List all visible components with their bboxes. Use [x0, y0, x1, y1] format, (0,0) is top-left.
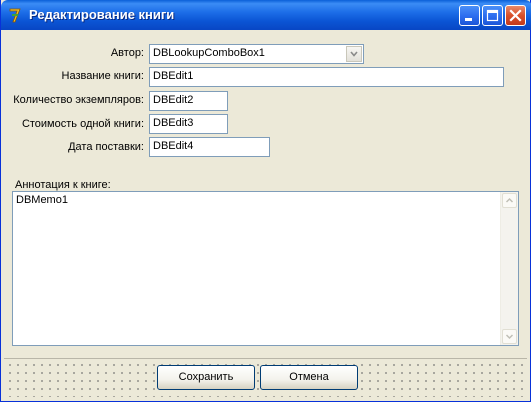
copies-count-field[interactable]: DBEdit2: [149, 91, 228, 111]
book-price-field[interactable]: DBEdit3: [149, 114, 228, 134]
author-label: Автор:: [110, 47, 144, 59]
book-price-label: Стоимость одной книги:: [21, 118, 144, 130]
delivery-date-label: Дата поставки:: [68, 141, 144, 153]
minimize-icon: [465, 18, 472, 21]
book-title-field[interactable]: DBEdit1: [149, 67, 504, 87]
cancel-button[interactable]: Отмена: [260, 365, 358, 390]
scroll-up-icon: [505, 197, 514, 203]
memo-vertical-scrollbar[interactable]: [500, 192, 518, 345]
scroll-up-button[interactable]: [502, 193, 517, 208]
title-bar[interactable]: Редактирование книги: [1, 0, 531, 30]
minimize-button[interactable]: [459, 5, 480, 26]
form-client-area: Автор: DBLookupComboBox1 Название книги:…: [4, 30, 527, 397]
button-panel: Сохранить Отмена: [4, 358, 527, 397]
edit-book-window: Редактирование книги Автор: DBLookupComb…: [0, 0, 531, 402]
annotation-label: Аннотация к книге:: [15, 179, 111, 191]
save-button[interactable]: Сохранить: [157, 365, 255, 390]
author-dropdown-button[interactable]: [346, 46, 362, 62]
maximize-button[interactable]: [482, 5, 503, 26]
author-combobox[interactable]: DBLookupComboBox1: [149, 44, 364, 64]
copies-count-label: Количество экземпляров:: [13, 94, 144, 106]
annotation-memo-text: DBMemo1: [16, 194, 68, 206]
maximize-icon: [486, 9, 499, 22]
chevron-down-icon: [350, 51, 358, 57]
author-combobox-value: DBLookupComboBox1: [153, 47, 265, 59]
book-title-label: Название книги:: [61, 70, 144, 82]
close-button[interactable]: [505, 5, 526, 26]
scroll-down-button[interactable]: [502, 329, 517, 344]
close-icon: [509, 9, 522, 22]
delphi-app-icon[interactable]: [8, 7, 24, 23]
annotation-memo[interactable]: DBMemo1: [12, 191, 519, 346]
delivery-date-field[interactable]: DBEdit4: [149, 137, 270, 157]
scroll-down-icon: [505, 334, 514, 340]
window-title: Редактирование книги: [29, 7, 175, 22]
